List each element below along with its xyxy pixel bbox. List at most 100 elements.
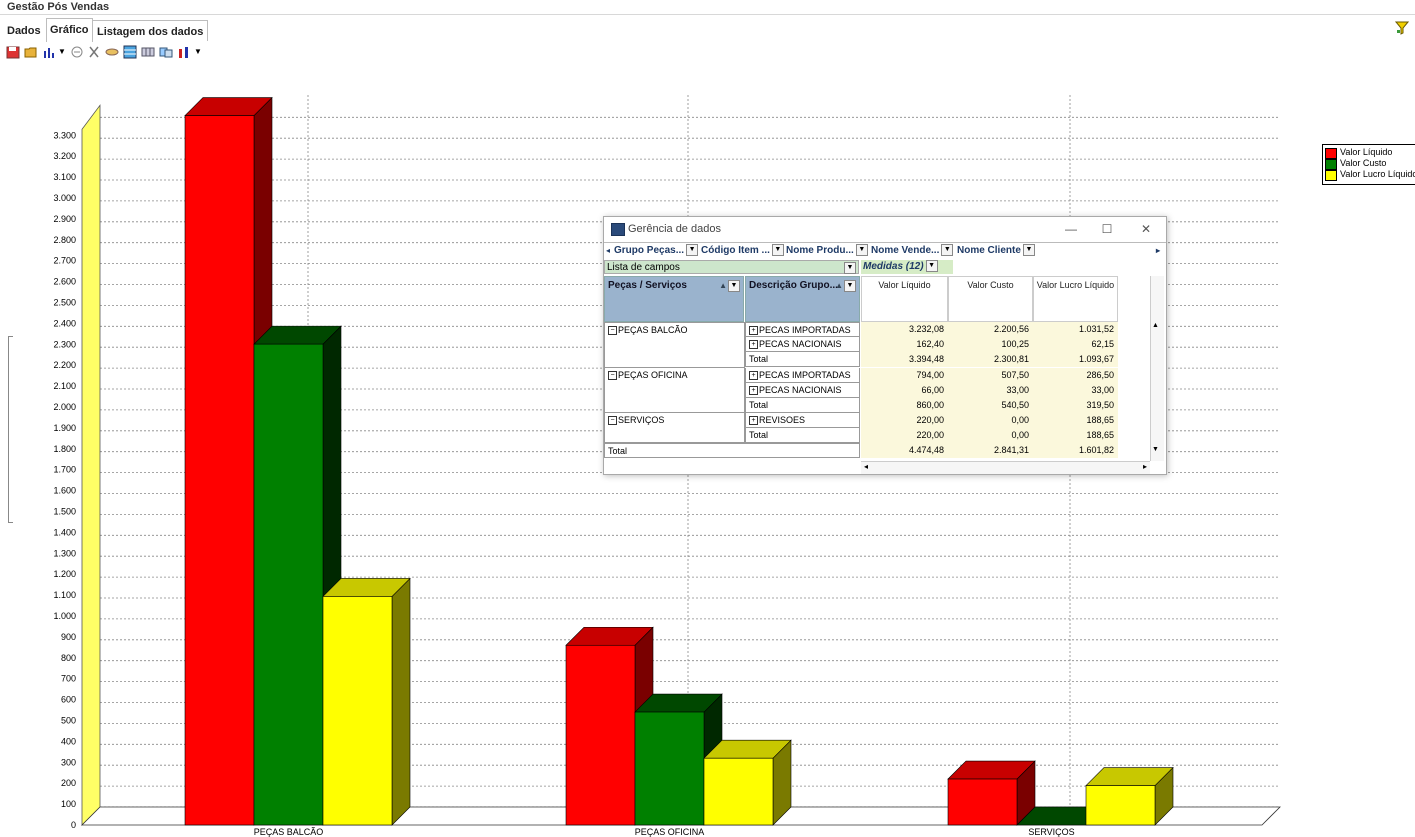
group-cell[interactable]: − SERVIÇOS [604,413,745,443]
grand-total-value: 2.841,31 [948,443,1033,458]
tab-dados[interactable]: Dados [7,20,41,40]
field-list-dropdown[interactable]: Lista de campos ▼ [604,260,859,274]
horizontal-scrollbar[interactable]: ◂ ▸ [861,461,1150,474]
value-cell: 62,15 [1033,337,1118,352]
measures-label: Medidas (12) [863,261,924,272]
row-header-pecas-servicos[interactable]: Peças / Serviços ▲ ▼ [604,276,744,322]
y-tick-label: 3.000 [53,193,76,203]
chevron-down-icon[interactable]: ▼ [855,244,868,257]
cut-icon[interactable] [87,45,101,59]
sort-icon[interactable]: ▲ [719,281,727,290]
field-button-nome-cliente[interactable]: Nome Cliente ▼ [957,244,1035,258]
value-cell: 540,50 [948,398,1033,413]
export-icon[interactable] [159,45,173,59]
grand-total-value: 4.474,48 [861,443,948,458]
y-tick-label: 1.800 [53,444,76,454]
y-tick-label: 1.600 [53,486,76,496]
expand-icon[interactable]: + [749,340,758,350]
chevron-down-icon[interactable]: ▼ [1022,244,1035,257]
toolbar: ▼ ▼ [6,45,246,61]
chart-type-icon[interactable] [177,45,191,59]
y-tick-label: 2.400 [53,318,76,328]
scroll-right-icon[interactable]: ▸ [1156,244,1160,258]
table-row-total: Total [745,428,860,443]
scroll-down-icon[interactable]: ▼ [1152,446,1159,453]
y-tick-label: 400 [61,736,76,746]
scroll-up-icon[interactable]: ▲ [1152,322,1159,329]
group-cell[interactable]: − PEÇAS BALCÃO [604,322,745,368]
expand-icon[interactable]: + [749,371,758,381]
chevron-down-icon[interactable]: ▼ [194,45,208,59]
sort-icon[interactable]: ▲ [835,281,843,290]
field-button-codigo-item[interactable]: Código Item ... ▼ [701,244,784,258]
scroll-left-icon[interactable]: ◂ [606,244,610,258]
window-titlebar[interactable]: Gerência de dados — ☐ ✕ [604,217,1166,242]
tab-grafico[interactable]: Gráfico [46,18,93,42]
bar [565,644,636,826]
bar-chart-icon[interactable] [42,45,56,59]
group-cell[interactable]: − PEÇAS OFICINA [604,368,745,413]
expand-icon[interactable]: + [749,386,758,396]
table-row-label[interactable]: + PECAS IMPORTADAS [745,322,860,337]
table-row-label[interactable]: + PECAS IMPORTADAS [745,368,860,383]
scroll-left-icon[interactable]: ◂ [864,462,868,471]
copy-icon[interactable] [105,45,119,59]
collapse-icon[interactable]: − [608,371,617,381]
legend-swatch [1325,170,1337,181]
table-icon[interactable] [141,45,155,59]
table-row-label[interactable]: + REVISOES [745,413,860,428]
field-bar: ◂ Grupo Peças... ▼ Código Item ... ▼ Nome … [604,242,1166,260]
expand-icon[interactable]: + [749,416,758,426]
y-tick-label: 700 [61,674,76,684]
chart-legend: Valor Líquido Valor Custo Valor Lucro Lí… [1322,144,1415,185]
maximize-button[interactable]: ☐ [1098,221,1116,237]
field-button-grupo-pecas[interactable]: Grupo Peças... ▼ [614,244,699,258]
table-row-label[interactable]: + PECAS NACIONAIS [745,337,860,352]
app-icon [611,223,625,236]
tab-listagem-dados[interactable]: Listagem dos dados [92,20,209,41]
row-header-descricao-grupo[interactable]: Descrição Grupo... ▲ ▼ [745,276,860,322]
measure-header-valor-custo[interactable]: Valor Custo [948,276,1033,322]
value-cell: 319,50 [1033,398,1118,413]
scroll-right-icon[interactable]: ▸ [1143,462,1147,471]
expand-icon[interactable]: + [749,326,758,336]
y-tick-label: 900 [61,632,76,642]
table-row-total: Total [745,352,860,367]
y-tick-label: 2.600 [53,277,76,287]
y-tick-label: 1.700 [53,465,76,475]
value-cell: 3.232,08 [861,322,948,337]
app-title: Gestão Pós Vendas [7,1,110,13]
table-row-label[interactable]: + PECAS NACIONAIS [745,383,860,398]
chevron-down-icon[interactable]: ▼ [728,280,740,292]
y-tick-label: 500 [61,716,76,726]
measure-header-valor-lucro[interactable]: Valor Lucro Líquido [1033,276,1118,322]
value-cell: 188,65 [1033,413,1118,428]
x-tick-label: PEÇAS OFICINA [635,827,705,837]
chevron-down-icon[interactable]: ▼ [925,260,938,273]
value-cell: 286,50 [1033,368,1118,383]
measures-dropdown[interactable]: Medidas (12) ▼ [861,260,953,274]
bar [322,596,393,826]
chevron-down-icon[interactable]: ▼ [941,244,954,257]
value-cell: 220,00 [861,413,948,428]
legend-label: Valor Lucro Líquido [1340,169,1415,179]
close-button[interactable]: ✕ [1137,221,1155,237]
filter-icon[interactable] [1395,21,1409,35]
measure-header-valor-liquido[interactable]: Valor Líquido [861,276,948,322]
print-icon[interactable] [70,45,84,59]
chevron-down-icon[interactable]: ▼ [844,262,856,274]
chevron-down-icon[interactable]: ▼ [686,244,699,257]
vertical-scrollbar[interactable]: ▲ ▼ [1150,276,1164,461]
chevron-down-icon[interactable]: ▼ [844,280,856,292]
save-icon[interactable] [6,45,20,59]
field-button-nome-vendedor[interactable]: Nome Vende... ▼ [871,244,954,258]
y-tick-label: 1.300 [53,548,76,558]
open-folder-icon[interactable] [24,45,38,59]
grid-icon[interactable] [123,45,137,59]
field-button-nome-produto[interactable]: Nome Produ... ▼ [786,244,868,258]
collapse-icon[interactable]: − [608,416,617,426]
row-label: PECAS IMPORTADAS [759,325,851,335]
minimize-button[interactable]: — [1062,221,1080,237]
chevron-down-icon[interactable]: ▼ [771,244,784,257]
collapse-icon[interactable]: − [608,326,617,336]
